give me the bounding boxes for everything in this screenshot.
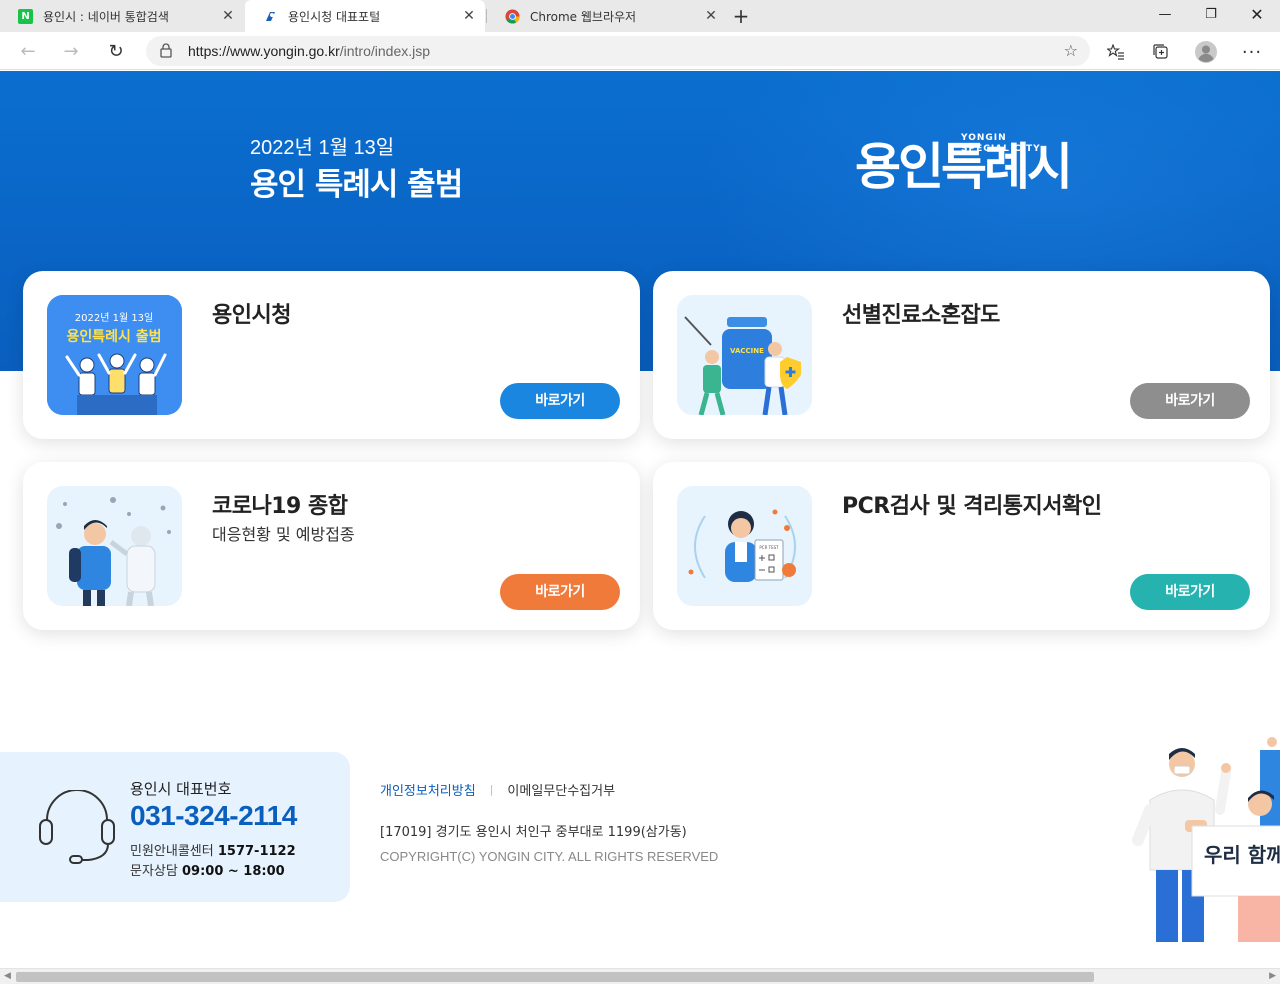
- go-button[interactable]: 바로가기: [500, 574, 620, 610]
- vaccine-illustration: VACCINE: [677, 295, 812, 415]
- scroll-left-arrow-icon[interactable]: ◀: [4, 971, 11, 981]
- close-tab-icon[interactable]: ✕: [703, 8, 719, 24]
- privacy-policy-link[interactable]: 개인정보처리방침: [380, 780, 476, 799]
- svg-text:2022년 1월 13일: 2022년 1월 13일: [75, 312, 154, 324]
- email-refusal-link[interactable]: 이메일무단수집거부: [507, 780, 615, 799]
- card-yongin-city-hall: 2022년 1월 13일 용인특례시 출범 용인시청 바로가기: [23, 271, 640, 439]
- go-button[interactable]: 바로가기: [1130, 574, 1250, 610]
- favorite-star-icon[interactable]: ☆: [1064, 41, 1078, 60]
- profile-avatar-icon[interactable]: [1194, 40, 1218, 64]
- card-pcr-test-quarantine-notice: PCR TEST PCR검사 및 격리통지서확인 바로가기: [653, 462, 1270, 630]
- footer-copyright: COPYRIGHT(C) YONGIN CITY. ALL RIGHTS RES…: [380, 849, 719, 864]
- go-button[interactable]: 바로가기: [1130, 383, 1250, 419]
- phone-number: 031-324-2114: [130, 800, 297, 831]
- card-screening-clinic-congestion: VACCINE 선별진료소혼잡도 바로가기: [653, 271, 1270, 439]
- card-covid19-overview: 코로나19 종합 대응현황 및 예방접종 바로가기: [23, 462, 640, 630]
- forward-arrow-icon[interactable]: →: [58, 39, 84, 65]
- covid-screening-illustration: [47, 486, 182, 606]
- url-text: https://www.yongin.go.kr/intro/index.jsp: [188, 43, 431, 59]
- tab-yongin-portal[interactable]: 용인시청 대표포털 ✕: [245, 0, 485, 32]
- card-title: 코로나19 종합: [212, 494, 348, 519]
- scroll-right-arrow-icon[interactable]: ▶: [1269, 971, 1276, 981]
- svg-text:용인특례시 출범: 용인특례시 출범: [66, 328, 161, 345]
- horizontal-scrollbar[interactable]: ◀ ▶: [0, 968, 1280, 984]
- tab-title: 용인시 : 네이버 통합검색: [43, 9, 169, 24]
- chrome-icon: [505, 8, 520, 24]
- hero-title: 용인 특례시 출범: [250, 167, 463, 203]
- address-field[interactable]: https://www.yongin.go.kr/intro/index.jsp…: [146, 36, 1090, 66]
- favorites-list-icon[interactable]: [1104, 40, 1128, 64]
- card-subtitle: 대응현황 및 예방접종: [212, 525, 355, 544]
- footer-address: [17019] 경기도 용인시 처인구 중부대로 1199(삼가동): [380, 825, 687, 840]
- footer-links: 개인정보처리방침 | 이메일무단수집거부: [380, 780, 615, 799]
- scrollbar-thumb[interactable]: [16, 972, 1094, 982]
- citizens-illustration: 우리 함께: [1130, 730, 1280, 942]
- pcr-test-illustration: PCR TEST: [677, 486, 812, 606]
- svg-text:VACCINE: VACCINE: [730, 347, 764, 355]
- headset-icon: [38, 789, 116, 868]
- restore-icon[interactable]: ❐: [1188, 0, 1234, 30]
- sms-hours-info: 문자상담 09:00 ~ 18:00: [130, 864, 285, 879]
- go-button[interactable]: 바로가기: [500, 383, 620, 419]
- minimize-icon[interactable]: —: [1142, 0, 1188, 30]
- collections-icon[interactable]: [1149, 40, 1173, 64]
- tab-title: Chrome 웹브라우저: [530, 9, 637, 24]
- card-title: PCR검사 및 격리통지서확인: [842, 494, 1102, 519]
- svg-text:PCR TEST: PCR TEST: [759, 545, 779, 550]
- naver-favicon-icon: N: [18, 8, 33, 24]
- refresh-icon[interactable]: ↻: [103, 39, 129, 65]
- representative-number-box: 용인시 대표번호 031-324-2114 민원안내콜센터 1577-1122 …: [0, 752, 350, 902]
- more-menu-icon[interactable]: ···: [1240, 40, 1264, 64]
- lock-icon[interactable]: [160, 43, 172, 62]
- new-tab-icon[interactable]: +: [730, 5, 752, 27]
- edge-page-icon: [263, 9, 278, 24]
- city-launch-thumbnail: 2022년 1월 13일 용인특례시 출범: [47, 295, 182, 415]
- tab-strip: N 용인시 : 네이버 통합검색 ✕ 용인시청 대표포털 ✕ Chrome 웹브…: [0, 0, 1280, 32]
- tab-chrome[interactable]: Chrome 웹브라우저 ✕: [487, 0, 727, 32]
- back-arrow-icon[interactable]: ←: [15, 39, 41, 65]
- hero-date: 2022년 1월 13일: [250, 137, 395, 159]
- close-tab-icon[interactable]: ✕: [220, 8, 236, 24]
- address-toolbar: ← → ↻ https://www.yongin.go.kr/intro/ind…: [0, 32, 1280, 70]
- tab-title: 용인시청 대표포털: [288, 9, 381, 24]
- callcenter-info: 민원안내콜센터 1577-1122: [130, 844, 296, 859]
- close-window-icon[interactable]: ✕: [1234, 0, 1280, 30]
- tab-naver-search[interactable]: N 용인시 : 네이버 통합검색 ✕: [0, 0, 244, 32]
- card-title: 용인시청: [212, 303, 291, 328]
- card-title: 선별진료소혼잡도: [842, 303, 1000, 328]
- close-tab-icon[interactable]: ✕: [461, 8, 477, 24]
- phone-label: 용인시 대표번호: [130, 780, 232, 798]
- banner-text: 우리 함께: [1204, 843, 1280, 867]
